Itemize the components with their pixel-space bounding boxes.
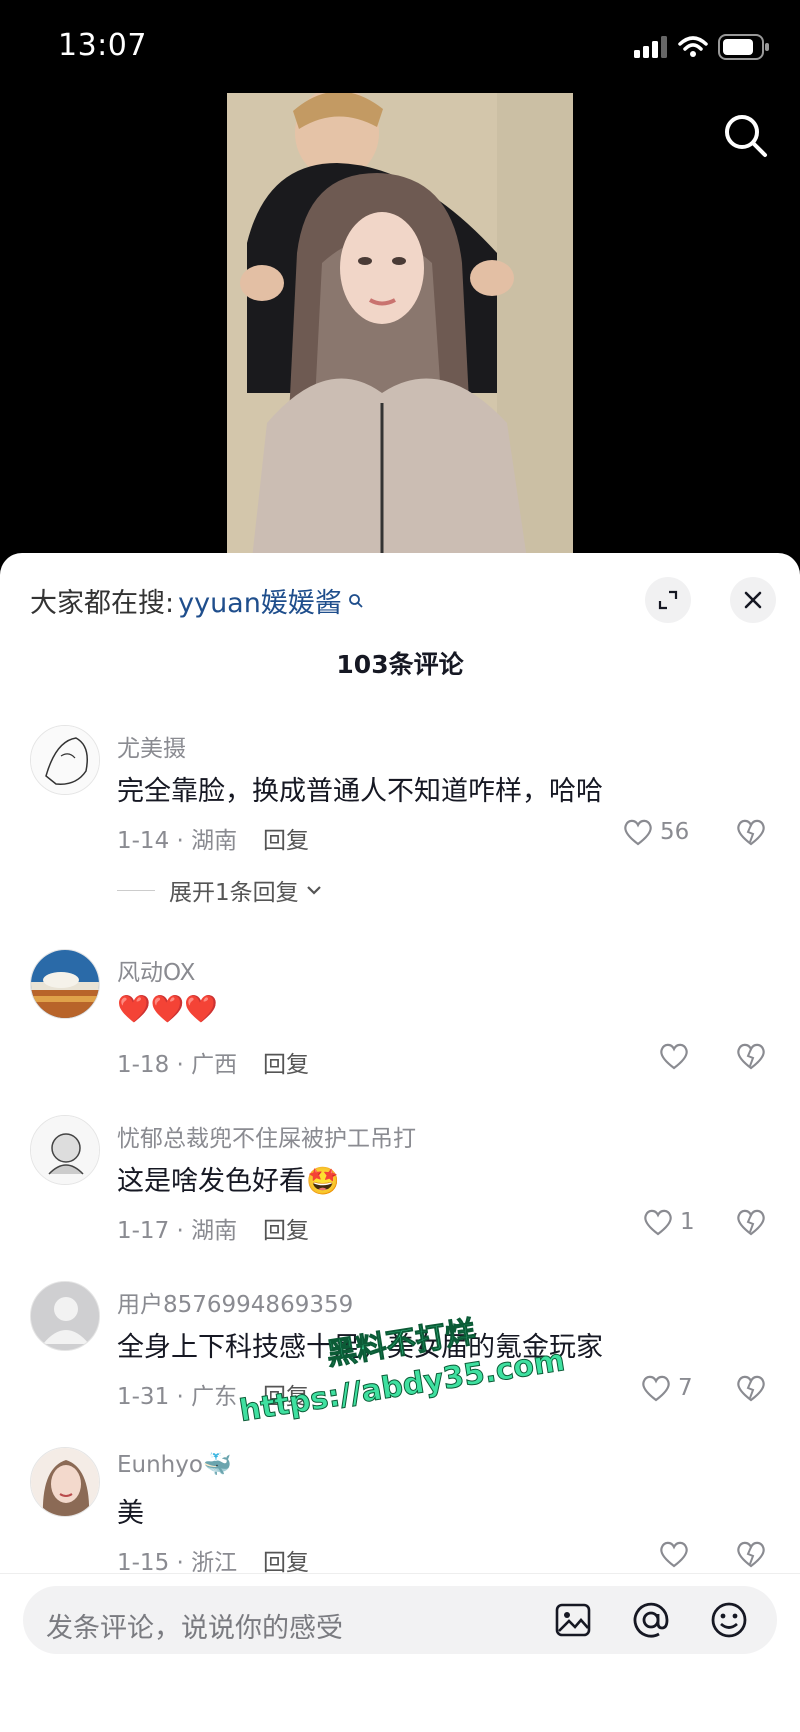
dislike-button[interactable] bbox=[735, 1373, 767, 1407]
search-suggestion-keyword[interactable]: yyuan媛媛酱 bbox=[178, 581, 342, 620]
like-count: 7 bbox=[678, 1375, 693, 1401]
comment-text: 这是啥发色好看🤩 bbox=[117, 1166, 340, 1197]
avatar-image bbox=[31, 1116, 99, 1184]
comment-text: 全身上下科技感十足，美女届的氪金玩家 bbox=[117, 1332, 603, 1363]
expand-icon bbox=[658, 590, 678, 610]
heart-icon bbox=[660, 1043, 688, 1070]
divider bbox=[117, 889, 155, 891]
status-icons bbox=[634, 34, 770, 60]
dislike-button[interactable] bbox=[735, 817, 767, 851]
heart-icon bbox=[660, 1541, 688, 1568]
comment-username[interactable]: 尤美摄 bbox=[117, 729, 186, 763]
image-icon[interactable] bbox=[553, 1600, 593, 1640]
avatar[interactable] bbox=[30, 1115, 100, 1185]
comment-date-location: 1-15 · 浙江 bbox=[117, 1550, 238, 1576]
video-search-button[interactable] bbox=[720, 110, 772, 162]
expand-sheet-button[interactable] bbox=[645, 577, 691, 623]
status-time: 13:07 bbox=[58, 28, 147, 63]
signal-icon bbox=[634, 36, 667, 58]
avatar[interactable] bbox=[30, 1447, 100, 1517]
heart-icon bbox=[642, 1375, 670, 1402]
reply-button[interactable]: 回复 bbox=[263, 821, 309, 855]
comment-item: 风动OX ❤️❤️❤️ 1-18 · 广西 回复 bbox=[0, 949, 800, 1089]
comment-date-location: 1-14 · 湖南 bbox=[117, 828, 238, 854]
comment-item: 尤美摄 完全靠脸，换成普通人不知道咋样，哈哈 1-14 · 湖南 回复 56 展… bbox=[0, 725, 800, 925]
comment-item: Eunhyo🐳 美 1-15 · 浙江 回复 bbox=[0, 1447, 800, 1587]
comment-username[interactable]: Eunhyo🐳 bbox=[117, 1451, 232, 1478]
at-icon[interactable] bbox=[631, 1600, 671, 1640]
emoji-icon[interactable] bbox=[709, 1600, 749, 1640]
heart-icon bbox=[624, 819, 652, 846]
reply-button[interactable]: 回复 bbox=[263, 1377, 309, 1411]
wifi-icon bbox=[678, 36, 708, 57]
comment-text: 美 bbox=[117, 1498, 144, 1529]
comment-username[interactable]: 忧郁总裁兜不住屎被护工吊打 bbox=[117, 1119, 416, 1153]
avatar-image bbox=[31, 726, 99, 794]
comment-date-location: 1-31 · 广东 bbox=[117, 1384, 238, 1410]
dislike-button[interactable] bbox=[735, 1041, 767, 1075]
expand-replies-label: 展开1条回复 bbox=[169, 880, 299, 906]
search-icon bbox=[348, 593, 363, 608]
battery-icon bbox=[718, 34, 769, 60]
comment-input-bar: 发条评论，说说你的感受 bbox=[0, 1573, 800, 1732]
comment-item: 忧郁总裁兜不住屎被护工吊打 这是啥发色好看🤩 1-17 · 湖南 回复 1 bbox=[0, 1115, 800, 1255]
chevron-down-icon bbox=[306, 886, 321, 895]
comment-text: 完全靠脸，换成普通人不知道咋样，哈哈 bbox=[117, 776, 603, 807]
comment-count: 103条评论 bbox=[336, 650, 464, 679]
avatar-image bbox=[31, 1448, 99, 1516]
avatar-image bbox=[31, 950, 99, 1018]
avatar[interactable] bbox=[30, 1281, 100, 1351]
video-thumbnail-illustration bbox=[227, 93, 573, 559]
like-count: 56 bbox=[660, 819, 690, 845]
video-frame[interactable] bbox=[227, 93, 573, 559]
dislike-button[interactable] bbox=[735, 1539, 767, 1573]
comment-input[interactable]: 发条评论，说说你的感受 bbox=[23, 1586, 777, 1654]
comment-username[interactable]: 风动OX bbox=[117, 953, 195, 987]
reply-button[interactable]: 回复 bbox=[263, 1543, 309, 1577]
default-avatar-icon bbox=[31, 1282, 99, 1350]
avatar[interactable] bbox=[30, 949, 100, 1019]
comment-text: ❤️❤️❤️ bbox=[117, 994, 218, 1025]
avatar[interactable] bbox=[30, 725, 100, 795]
status-bar: 13:07 bbox=[0, 0, 800, 95]
search-icon bbox=[725, 115, 767, 157]
like-button[interactable]: 56 bbox=[622, 817, 689, 847]
expand-replies-button[interactable]: 展开1条回复 bbox=[117, 873, 323, 907]
search-suggestion[interactable]: 大家都在搜: yyuan媛媛酱 bbox=[30, 581, 364, 620]
like-button[interactable] bbox=[658, 1041, 690, 1071]
dislike-icon bbox=[737, 1541, 765, 1568]
comment-input-placeholder: 发条评论，说说你的感受 bbox=[46, 1613, 343, 1644]
dislike-icon bbox=[737, 1375, 765, 1402]
like-button[interactable]: 7 bbox=[640, 1373, 693, 1403]
reply-button[interactable]: 回复 bbox=[263, 1045, 309, 1079]
dislike-icon bbox=[737, 1043, 765, 1070]
comment-username[interactable]: 用户8576994869359 bbox=[117, 1285, 353, 1319]
dislike-icon bbox=[737, 819, 765, 846]
dislike-icon bbox=[737, 1209, 765, 1236]
comment-date-location: 1-17 · 湖南 bbox=[117, 1218, 238, 1244]
heart-icon bbox=[644, 1209, 672, 1236]
comment-sheet: 大家都在搜: yyuan媛媛酱 103条评论 尤美摄 完全靠脸，换成普通人不知道… bbox=[0, 553, 800, 1731]
close-icon bbox=[744, 591, 762, 609]
like-button[interactable]: 1 bbox=[642, 1207, 695, 1237]
dislike-button[interactable] bbox=[735, 1207, 767, 1241]
comment-item: 用户8576994869359 全身上下科技感十足，美女届的氪金玩家 1-31 … bbox=[0, 1281, 800, 1421]
comment-date-location: 1-18 · 广西 bbox=[117, 1052, 238, 1078]
close-sheet-button[interactable] bbox=[730, 577, 776, 623]
like-count: 1 bbox=[680, 1209, 695, 1235]
search-suggestion-prefix: 大家都在搜: bbox=[30, 588, 175, 619]
like-button[interactable] bbox=[658, 1539, 690, 1569]
reply-button[interactable]: 回复 bbox=[263, 1211, 309, 1245]
